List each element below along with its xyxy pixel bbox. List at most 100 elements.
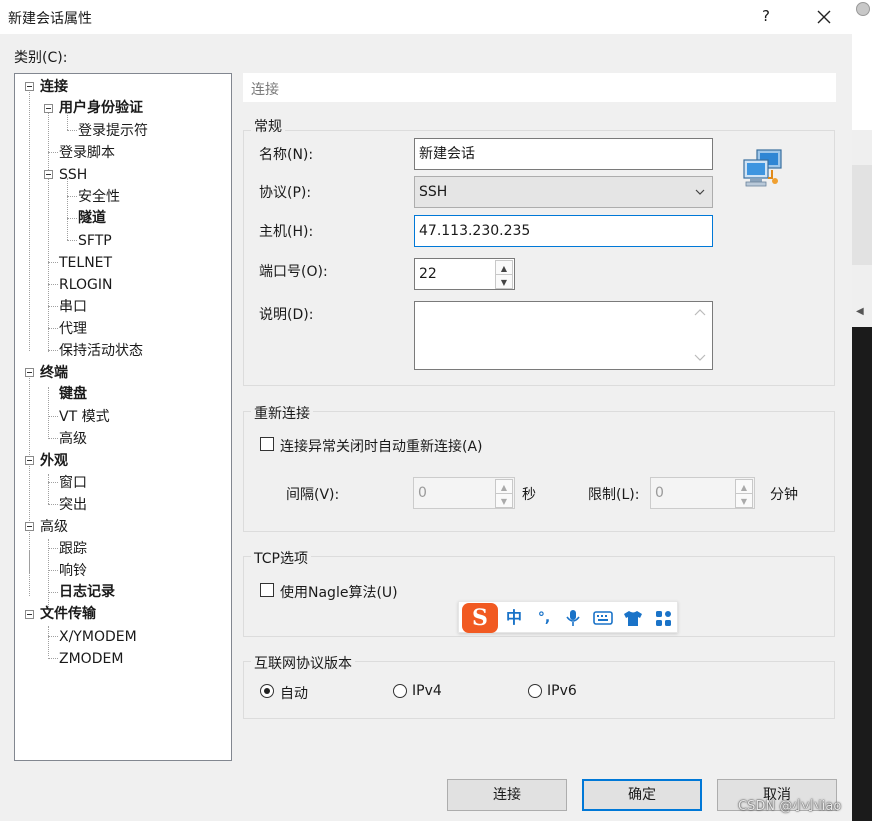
ipv6-label: IPv6 xyxy=(547,683,577,699)
tree-item-highlight[interactable]: 突出 xyxy=(59,495,87,515)
tree-item-advanced[interactable]: 高级 xyxy=(40,517,68,537)
connect-button[interactable]: 连接 xyxy=(447,779,567,811)
network-computers-icon xyxy=(743,149,782,187)
window-title: 新建会话属性 xyxy=(8,11,92,27)
section-header: 连接 xyxy=(243,73,836,102)
tree-item-rlogin[interactable]: RLOGIN xyxy=(59,275,113,295)
ip-auto-label: 自动 xyxy=(280,686,308,702)
tree-item-appearance[interactable]: 外观 xyxy=(40,451,68,471)
tree-item-bell[interactable]: 响铃 xyxy=(59,561,87,581)
tree-item-login-prompt[interactable]: 登录提示符 xyxy=(78,121,148,141)
limit-increment-button: ▲ xyxy=(735,479,753,494)
protocol-label: 协议(P): xyxy=(259,185,312,201)
ipv4-label: IPv4 xyxy=(412,683,442,699)
protocol-value: SSH xyxy=(419,184,448,200)
interval-decrement-button: ▼ xyxy=(495,493,513,508)
collapse-icon[interactable] xyxy=(25,82,34,91)
help-button[interactable]: ? xyxy=(750,0,782,34)
ipv6-radio[interactable] xyxy=(528,684,542,698)
port-increment-button[interactable]: ▲ xyxy=(495,260,513,275)
skin-shirt-icon[interactable] xyxy=(623,610,643,627)
interval-label: 间隔(V): xyxy=(286,487,340,503)
tree-item-keepalive[interactable]: 保持活动状态 xyxy=(59,341,143,361)
background-window-edge: ◀ xyxy=(852,0,872,821)
tree-item-terminal[interactable]: 终端 xyxy=(40,363,68,383)
tree-item-trace[interactable]: 跟踪 xyxy=(59,539,87,559)
description-textarea[interactable] xyxy=(414,301,713,370)
ip-auto-radio[interactable] xyxy=(260,684,274,698)
reconnect-group-title: 重新连接 xyxy=(251,403,313,423)
tree-item-vt-mode[interactable]: VT 模式 xyxy=(59,407,110,427)
description-label: 说明(D): xyxy=(259,307,314,323)
tree-item-ssh[interactable]: SSH xyxy=(59,165,87,185)
screen: 新建会话属性 ? 类别(C): 连接 用户身份验证 登录提示符 登录脚本 SSH… xyxy=(0,0,872,821)
tree-item-sftp[interactable]: SFTP xyxy=(78,231,112,251)
nagle-checkbox[interactable] xyxy=(260,583,274,597)
limit-value: 0 xyxy=(655,485,664,501)
collapse-icon[interactable] xyxy=(25,610,34,619)
collapse-icon[interactable] xyxy=(25,522,34,531)
collapse-icon[interactable] xyxy=(25,456,34,465)
collapse-icon[interactable] xyxy=(25,368,34,377)
collapse-icon[interactable] xyxy=(44,104,53,113)
interval-value: 0 xyxy=(418,485,427,501)
scroll-down-icon[interactable] xyxy=(694,354,706,362)
ime-punctuation-toggle[interactable]: °, xyxy=(531,602,557,634)
protocol-select[interactable]: SSH xyxy=(414,176,713,208)
collapse-icon[interactable] xyxy=(44,170,53,179)
port-input[interactable]: 22 ▲ ▼ xyxy=(414,258,515,290)
sogou-logo-icon[interactable]: S xyxy=(462,603,498,633)
microphone-icon[interactable] xyxy=(565,609,581,627)
tree-item-zmodem[interactable]: ZMODEM xyxy=(59,649,123,669)
limit-unit: 分钟 xyxy=(770,487,798,503)
tree-item-auth[interactable]: 用户身份验证 xyxy=(59,98,143,118)
tree-item-telnet[interactable]: TELNET xyxy=(59,253,112,273)
tree-item-login-script[interactable]: 登录脚本 xyxy=(59,143,115,163)
interval-input: 0 ▲ ▼ xyxy=(413,477,515,509)
name-label: 名称(N): xyxy=(259,147,314,163)
limit-label: 限制(L): xyxy=(588,487,640,503)
toolbox-grid-icon[interactable] xyxy=(655,610,672,627)
tree-item-terminal-advanced[interactable]: 高级 xyxy=(59,429,87,449)
nagle-label: 使用Nagle算法(U) xyxy=(280,585,398,601)
ok-button[interactable]: 确定 xyxy=(582,779,702,811)
close-button[interactable] xyxy=(805,0,843,34)
tree-item-security[interactable]: 安全性 xyxy=(78,187,120,207)
tree-item-tunnel[interactable]: 隧道 xyxy=(78,208,106,228)
title-bar: 新建会话属性 ? xyxy=(0,0,852,34)
tree-item-connection[interactable]: 连接 xyxy=(40,77,68,97)
interval-unit: 秒 xyxy=(522,487,536,503)
tree-item-xymodem[interactable]: X/YMODEM xyxy=(59,627,137,647)
session-properties-dialog: 新建会话属性 ? 类别(C): 连接 用户身份验证 登录提示符 登录脚本 SSH… xyxy=(0,0,852,821)
avatar xyxy=(856,2,870,16)
tree-item-file-transfer[interactable]: 文件传输 xyxy=(40,604,96,624)
port-value: 22 xyxy=(419,266,437,282)
tree-item-proxy[interactable]: 代理 xyxy=(59,319,87,339)
port-decrement-button[interactable]: ▼ xyxy=(495,274,513,289)
chevron-left-icon: ◀ xyxy=(856,306,864,317)
host-label: 主机(H): xyxy=(259,224,314,240)
tcp-options-title: TCP选项 xyxy=(251,548,311,568)
tree-item-logging[interactable]: 日志记录 xyxy=(59,582,115,602)
ime-toolbar[interactable]: S 中 °, xyxy=(458,601,678,633)
scroll-up-icon[interactable] xyxy=(694,308,706,316)
reconnect-group xyxy=(243,411,835,532)
tree-item-window[interactable]: 窗口 xyxy=(59,473,87,493)
keyboard-icon[interactable] xyxy=(593,611,613,625)
ipv4-radio[interactable] xyxy=(393,684,407,698)
limit-input: 0 ▲ ▼ xyxy=(650,477,755,509)
auto-reconnect-label: 连接异常关闭时自动重新连接(A) xyxy=(280,439,483,455)
name-input[interactable]: 新建会话 xyxy=(414,138,713,170)
close-icon xyxy=(817,10,831,24)
tree-item-serial[interactable]: 串口 xyxy=(59,297,87,317)
interval-increment-button: ▲ xyxy=(495,479,513,494)
chevron-down-icon xyxy=(695,189,705,195)
tree-item-keyboard[interactable]: 键盘 xyxy=(59,384,87,404)
watermark: CSDN @小小liao xyxy=(738,799,842,814)
ime-mode-toggle[interactable]: 中 xyxy=(501,602,527,634)
category-tree[interactable]: 连接 用户身份验证 登录提示符 登录脚本 SSH 安全性 隧道 SFTP TEL… xyxy=(14,73,232,761)
category-label: 类别(C): xyxy=(14,50,68,66)
auto-reconnect-checkbox[interactable] xyxy=(260,437,274,451)
host-input[interactable]: 47.113.230.235 xyxy=(414,215,713,247)
limit-decrement-button: ▼ xyxy=(735,493,753,508)
